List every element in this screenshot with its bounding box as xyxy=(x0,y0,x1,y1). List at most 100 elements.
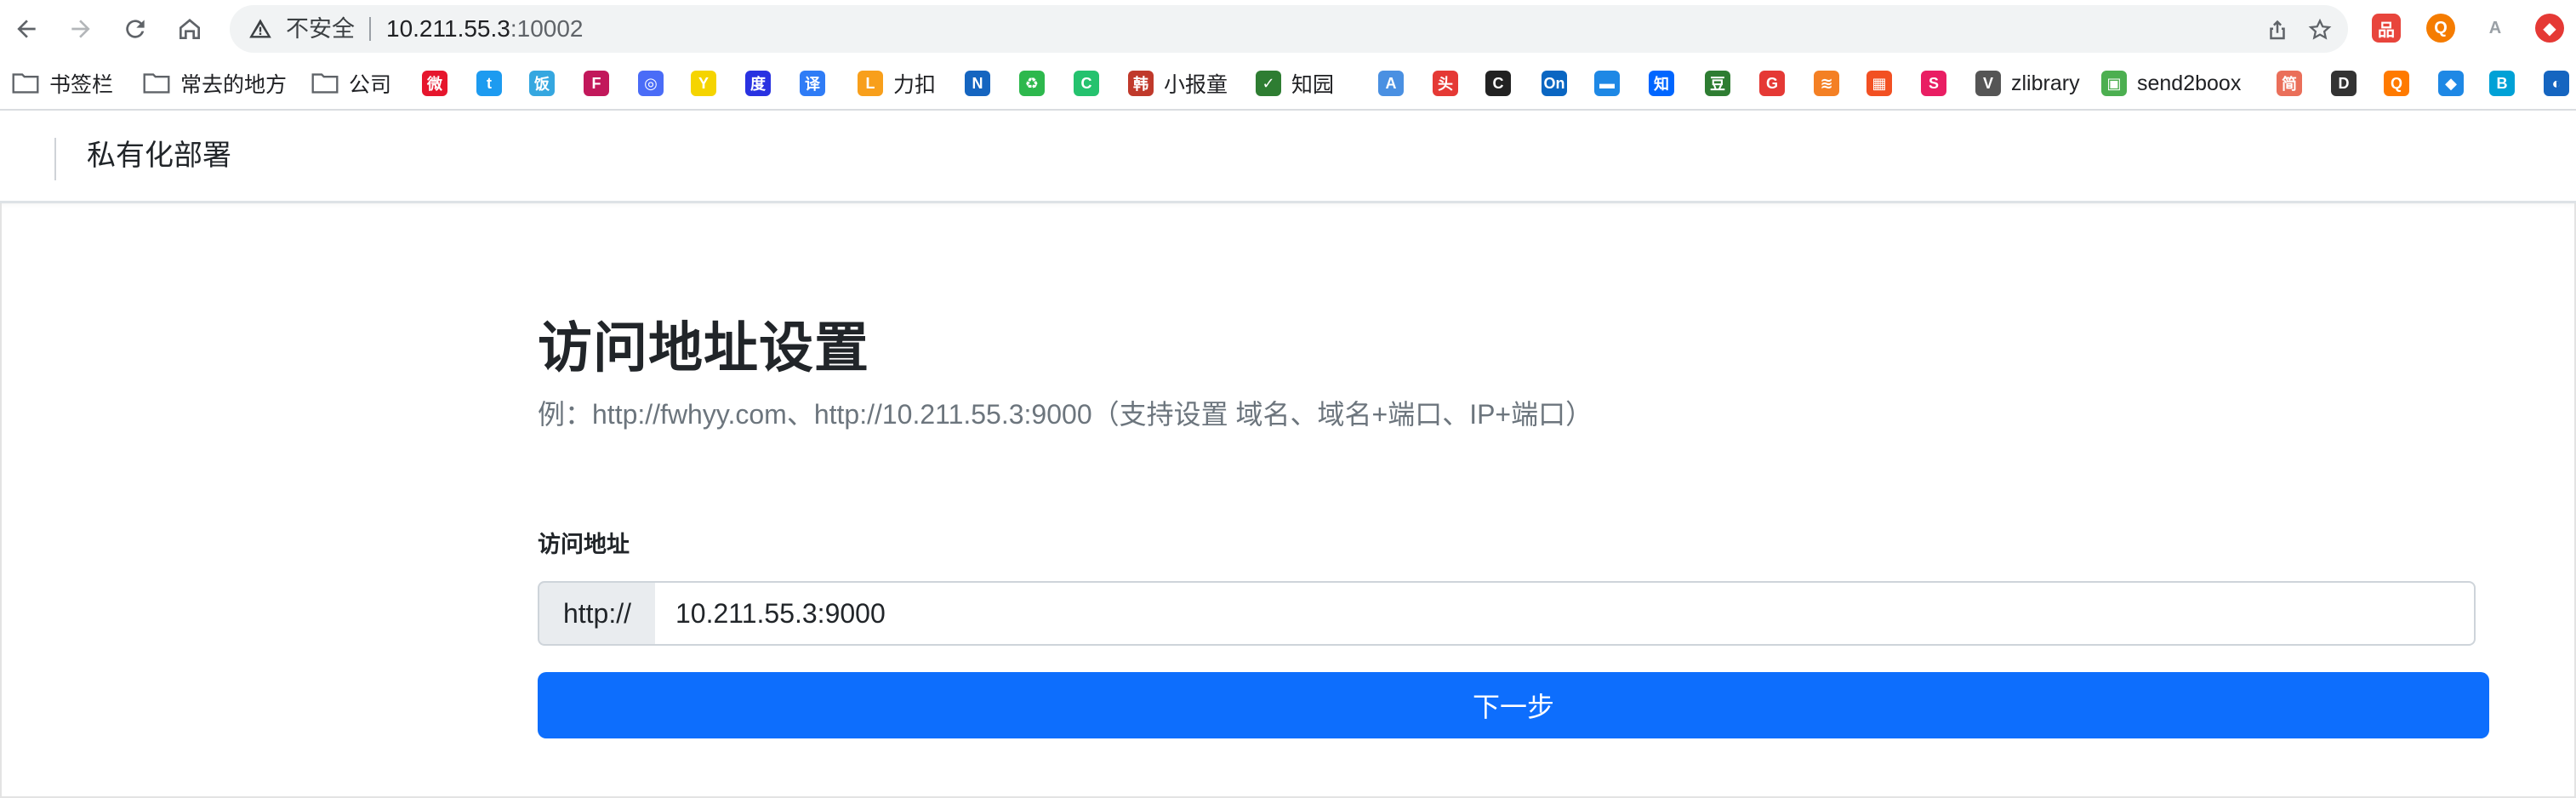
bookmark-item[interactable]: L 力扣 xyxy=(858,58,936,109)
ext-orange-icon[interactable]: Q xyxy=(2426,14,2455,43)
bookmark-item[interactable]: S xyxy=(1921,58,1946,109)
bookmark-label: 常去的地方 xyxy=(180,73,288,97)
share-icon[interactable] xyxy=(2265,17,2290,43)
bookmark-item[interactable]: 简 xyxy=(2277,58,2302,109)
bookmark-item[interactable]: ◆ xyxy=(2438,58,2464,109)
bookmark-item[interactable]: 译 xyxy=(800,58,825,109)
bookmark-favicon-icon: t xyxy=(476,71,502,96)
ext-red-icon[interactable]: 品 xyxy=(2372,14,2401,43)
bookmark-label: 书签栏 xyxy=(49,73,114,97)
bookmark-favicon-icon: ◎ xyxy=(638,71,664,96)
bookmark-favicon-icon: C xyxy=(1485,71,1511,96)
bookmark-favicon-icon: D xyxy=(2331,71,2357,96)
bookmark-favicon-icon: 知 xyxy=(1649,71,1674,96)
bookmark-item[interactable]: F xyxy=(584,58,609,109)
bookmark-favicon-icon: 简 xyxy=(2277,71,2302,96)
ext-red-circle-icon[interactable]: ◆ xyxy=(2535,14,2564,43)
bookmark-item[interactable]: ≋ xyxy=(1814,58,1839,109)
bookmark-item[interactable]: 饭 xyxy=(529,58,555,109)
bookmark-item[interactable]: 度 xyxy=(745,58,771,109)
bookmark-favicon-icon: ♻ xyxy=(1019,71,1045,96)
address-input[interactable] xyxy=(655,581,2476,646)
bookmark-favicon-icon: L xyxy=(858,71,883,96)
bookmark-favicon-icon: 微 xyxy=(422,71,447,96)
bookmark-label: 小报童 xyxy=(1164,73,1228,97)
bookmark-item[interactable]: ◐ xyxy=(2544,58,2569,109)
bookmark-item[interactable]: 豆 xyxy=(1705,58,1730,109)
bookmark-send2boox[interactable]: ▣ send2boox xyxy=(2101,58,2241,109)
bookmark-favicon-icon: ▬ xyxy=(1594,71,1620,96)
bookmark-item[interactable]: 微 xyxy=(422,58,447,109)
bookmark-favicon-icon: 韩 xyxy=(1128,71,1154,96)
bookmark-item[interactable]: C xyxy=(1485,58,1511,109)
url-host: 10.211.55.3 xyxy=(386,15,510,42)
bookmark-item[interactable]: ▦ xyxy=(1866,58,1892,109)
bookmark-favicon-icon: On xyxy=(1542,71,1567,96)
bookmark-favicon-icon: ▦ xyxy=(1866,71,1892,96)
bookmark-item[interactable]: G xyxy=(1759,58,1785,109)
protocol-prefix: http:// xyxy=(538,581,657,646)
bookmark-item[interactable]: N xyxy=(965,58,990,109)
folder-icon xyxy=(143,73,170,94)
bookmark-folder[interactable]: 常去的地方 xyxy=(143,58,287,109)
security-label[interactable]: 不安全 xyxy=(286,5,355,53)
next-step-button[interactable]: 下一步 xyxy=(538,672,2489,738)
bookmark-item[interactable]: ▬ xyxy=(1594,58,1620,109)
bookmark-item[interactable]: ♻ xyxy=(1019,58,1045,109)
bookmark-star-icon[interactable] xyxy=(2307,17,2333,43)
bookmark-favicon-icon: 饭 xyxy=(529,71,555,96)
bookmark-item[interactable]: B xyxy=(2489,58,2515,109)
reload-icon[interactable] xyxy=(115,9,156,49)
bookmark-favicon-icon: Y xyxy=(691,71,716,96)
bookmark-label: 知园 xyxy=(1291,73,1335,97)
bookmark-item[interactable]: On xyxy=(1542,58,1567,109)
home-icon[interactable] xyxy=(169,9,210,49)
address-bar[interactable]: 不安全 10.211.55.3:10002 xyxy=(230,5,2348,53)
bookmark-favicon-icon: ▣ xyxy=(2101,71,2127,96)
warning-icon[interactable] xyxy=(248,17,272,41)
bookmark-item[interactable]: 头 xyxy=(1433,58,1458,109)
bookmark-item[interactable]: C xyxy=(1074,58,1099,109)
bookmark-favicon-icon: A xyxy=(1378,71,1404,96)
bookmark-zlibrary[interactable]: Vzlibrary xyxy=(1975,58,2080,109)
bookmark-favicon-icon: ◆ xyxy=(2438,71,2464,96)
address-separator xyxy=(369,17,371,41)
bookmark-item[interactable]: ◎ xyxy=(638,58,664,109)
bookmark-label: 力扣 xyxy=(893,73,937,97)
bookmark-item[interactable]: ✓ 知园 xyxy=(1256,58,1334,109)
address-input-group: http:// xyxy=(538,581,2489,646)
url-text[interactable]: 10.211.55.3:10002 xyxy=(386,5,583,53)
bookmark-item[interactable]: Y xyxy=(691,58,716,109)
bookmark-label: send2boox xyxy=(2137,71,2242,95)
bookmark-item[interactable]: Q xyxy=(2384,58,2409,109)
bookmark-favicon-icon: G xyxy=(1759,71,1785,96)
page-title: 访问地址设置 xyxy=(538,317,869,379)
bookmark-favicon-icon: F xyxy=(584,71,609,96)
page-header: 私有化部署 xyxy=(0,111,2576,203)
forward-icon[interactable] xyxy=(60,9,101,49)
bookmark-item[interactable]: t xyxy=(476,58,502,109)
bookmark-folder[interactable]: 书签栏 xyxy=(12,58,113,109)
url-port: :10002 xyxy=(510,15,584,42)
bookmark-favicon-icon: ✓ xyxy=(1256,71,1281,96)
bookmark-item[interactable]: A xyxy=(1378,58,1404,109)
bookmark-favicon-icon: S xyxy=(1921,71,1946,96)
bookmark-favicon-icon: 译 xyxy=(800,71,825,96)
brand-title[interactable]: 私有化部署 xyxy=(87,111,231,201)
bookmark-favicon-icon: ◐ xyxy=(2544,71,2569,96)
bookmark-favicon-icon: 头 xyxy=(1433,71,1458,96)
header-divider xyxy=(54,138,56,180)
bookmark-favicon-icon: 度 xyxy=(745,71,771,96)
bookmark-folder[interactable]: 公司 xyxy=(311,58,391,109)
bookmark-item[interactable]: 韩小报童 xyxy=(1128,58,1228,109)
ext-gray-icon[interactable]: A xyxy=(2481,14,2510,43)
bookmark-item[interactable]: D xyxy=(2331,58,2357,109)
back-icon[interactable] xyxy=(6,9,47,49)
bookmark-item[interactable]: 知 xyxy=(1649,58,1674,109)
bookmarks-bar: 书签栏 常去的地方 公司 微 t 饭 F ◎ Y 度 译 L 力扣 N ♻ C 韩小报童 ✓ 知园 A 头 C On ▬ 知 豆 G… xyxy=(0,58,2576,111)
bookmark-label: 公司 xyxy=(349,73,392,97)
bookmark-favicon-icon: B xyxy=(2489,71,2515,96)
folder-icon xyxy=(311,73,339,94)
address-field-label: 访问地址 xyxy=(538,532,630,557)
bookmark-favicon-icon: Q xyxy=(2384,71,2409,96)
